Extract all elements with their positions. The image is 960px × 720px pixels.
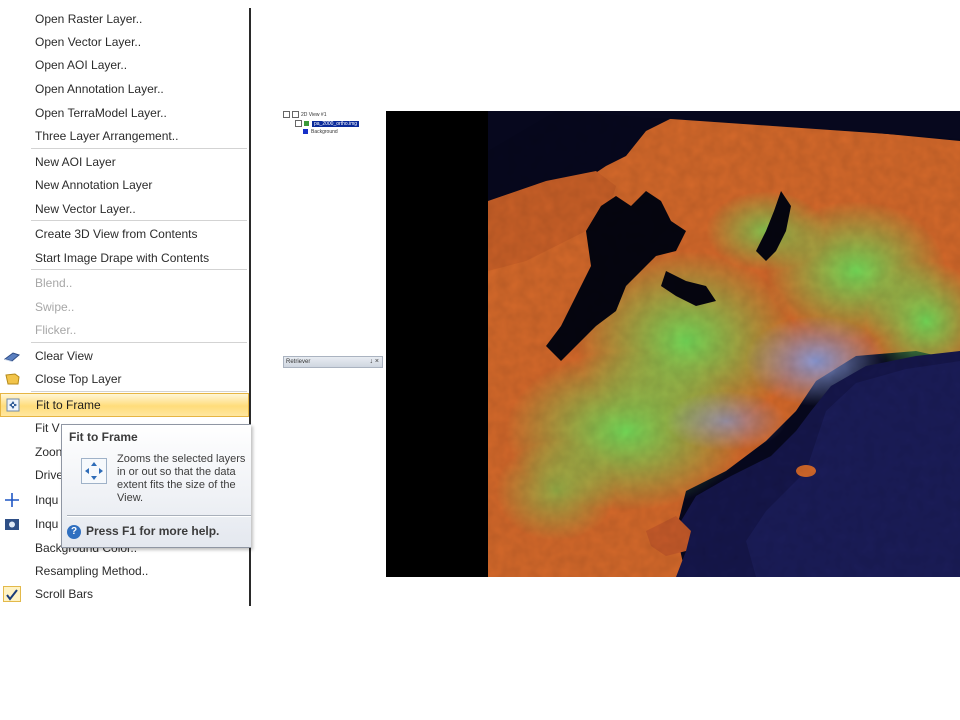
contents-tree: 2D View #1 pa_2000_ortho.img Background bbox=[283, 111, 383, 141]
help-icon: ? bbox=[67, 524, 81, 539]
menu-item-resampling-method[interactable]: Resampling Method.. bbox=[0, 560, 249, 582]
inquire-box-icon bbox=[3, 516, 21, 532]
menu-item-open-raster-layer[interactable]: Open Raster Layer.. bbox=[0, 8, 249, 30]
checkbox-icon[interactable] bbox=[292, 111, 299, 119]
raster-layer-icon bbox=[304, 121, 309, 127]
retriever-panel-header: Retriever ↓ × bbox=[283, 356, 383, 368]
menu-item-open-annotation-layer[interactable]: Open Annotation Layer.. bbox=[0, 78, 249, 100]
menu-item-three-layer-arrangement[interactable]: Three Layer Arrangement.. bbox=[0, 125, 249, 147]
tree-node-background[interactable]: Background bbox=[303, 128, 338, 136]
expand-icon[interactable] bbox=[283, 111, 290, 119]
menu-separator bbox=[31, 148, 247, 150]
tooltip-title: Fit to Frame bbox=[69, 430, 138, 444]
menu-item-open-aoi-layer[interactable]: Open AOI Layer.. bbox=[0, 54, 249, 76]
panel-pin-close-buttons[interactable]: ↓ × bbox=[369, 357, 379, 367]
checkbox-icon[interactable] bbox=[295, 120, 302, 128]
close-layer-icon bbox=[3, 371, 21, 387]
crosshair-icon bbox=[3, 492, 21, 508]
fit-to-frame-tooltip: Fit to Frame Zooms the selected layers i… bbox=[61, 424, 251, 548]
menu-item-new-aoi-layer[interactable]: New AOI Layer bbox=[0, 151, 249, 173]
menu-item-flicker[interactable]: Flicker.. bbox=[0, 319, 249, 341]
menu-separator bbox=[31, 220, 247, 222]
satellite-image bbox=[488, 111, 960, 577]
menu-item-new-vector-layer[interactable]: New Vector Layer.. bbox=[0, 198, 249, 220]
menu-item-close-top-layer[interactable]: Close Top Layer bbox=[0, 368, 249, 390]
menu-item-open-terramodel-layer[interactable]: Open TerraModel Layer.. bbox=[0, 102, 249, 124]
fit-to-frame-icon bbox=[4, 397, 22, 413]
tree-node-layer[interactable]: pa_2000_ortho.img bbox=[295, 120, 360, 128]
tooltip-description: Zooms the selected layers in or out so t… bbox=[117, 453, 246, 504]
menu-item-swipe[interactable]: Swipe.. bbox=[0, 296, 249, 318]
panel-title: Retriever bbox=[286, 359, 311, 365]
tooltip-divider bbox=[67, 515, 251, 517]
menu-item-new-annotation-layer[interactable]: New Annotation Layer bbox=[0, 174, 249, 196]
menu-separator bbox=[31, 269, 247, 271]
menu-item-start-image-drape[interactable]: Start Image Drape with Contents bbox=[0, 247, 249, 269]
tooltip-help-text: Press F1 for more help. bbox=[86, 524, 220, 538]
menu-item-scroll-bars[interactable]: Scroll Bars bbox=[0, 583, 249, 605]
tree-node-view[interactable]: 2D View #1 bbox=[283, 111, 326, 119]
menu-item-fit-to-frame[interactable]: Fit to Frame bbox=[0, 393, 249, 417]
tooltip-help: ? Press F1 for more help. bbox=[67, 522, 219, 540]
eraser-icon bbox=[3, 348, 21, 364]
menu-item-open-vector-layer[interactable]: Open Vector Layer.. bbox=[0, 31, 249, 53]
background-color-icon bbox=[303, 129, 308, 135]
menu-item-blend[interactable]: Blend.. bbox=[0, 272, 249, 294]
checkmark-icon bbox=[3, 586, 21, 602]
menu-item-create-3d-view[interactable]: Create 3D View from Contents bbox=[0, 223, 249, 245]
menu-separator bbox=[31, 342, 247, 344]
map-view[interactable] bbox=[386, 111, 960, 577]
fit-to-frame-icon bbox=[81, 458, 107, 484]
menu-item-clear-view[interactable]: Clear View bbox=[0, 345, 249, 367]
